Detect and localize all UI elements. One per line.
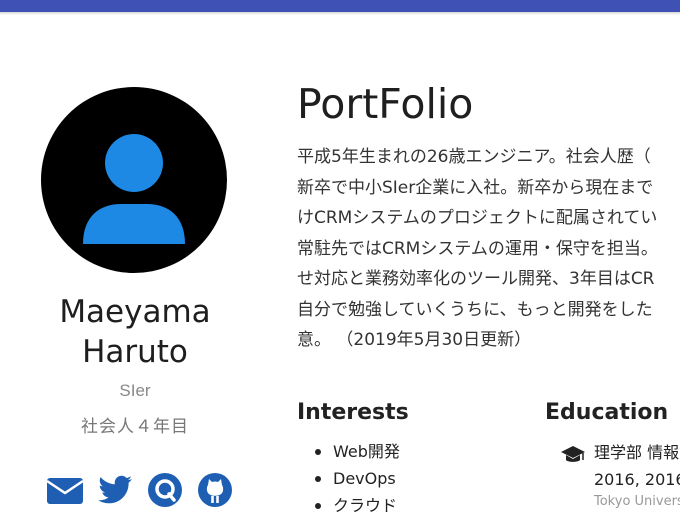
qiita-icon — [148, 473, 182, 507]
education-school: Tokyo Universit — [594, 494, 680, 509]
education-entry: 理学部 情報 2016, 2016 Tokyo Universit — [594, 439, 680, 511]
profile-name: Maeyama Haruto — [30, 292, 240, 372]
profile-role: SIer — [119, 381, 151, 400]
bio-line: せ対応と業務効率化のツール開発、3年目はCR — [297, 269, 655, 289]
education-years: 2016, 2016 — [594, 470, 680, 489]
interests-list: Web開発 DevOps クラウド — [297, 438, 517, 519]
github-link[interactable] — [196, 470, 234, 508]
user-icon — [83, 134, 185, 244]
top-app-bar — [0, 0, 680, 12]
app-bar-shadow — [0, 12, 680, 15]
page-title: PortFolio — [297, 80, 474, 128]
profile-name-first: Maeyama — [59, 294, 211, 330]
list-item: クラウド — [297, 492, 517, 519]
bio-line: 平成5年生まれの26歳エンジニア。社会人歴（ — [297, 147, 651, 167]
profile-experience: 社会人４年目 — [81, 417, 189, 436]
social-links — [46, 470, 236, 510]
interests-heading: Interests — [297, 400, 409, 425]
education-degree: 理学部 情報 — [594, 443, 680, 462]
bio-line: 自分で勉強していくうちに、もっと開発をした — [297, 299, 653, 320]
envelope-icon — [46, 478, 84, 504]
twitter-link[interactable] — [96, 470, 134, 508]
github-icon — [198, 473, 232, 507]
bio-line: 常駐先ではCRMシステムの運用・保守を担当。 — [297, 238, 658, 259]
bio-text: 平成5年生まれの26歳エンジニア。社会人歴（ 新卒で中小SIer企業に入社。新卒… — [297, 142, 680, 356]
education-heading: Education — [545, 400, 669, 425]
qiita-link[interactable] — [146, 470, 184, 508]
bio-line: けCRMシステムのプロジェクトに配属されてい — [297, 208, 658, 228]
list-item: Web開発 — [297, 438, 517, 465]
bio-line: 意。 （2019年5月30日更新） — [297, 330, 532, 350]
bio-line: 新卒で中小SIer企業に入社。新卒から現在まで — [297, 177, 654, 198]
email-link[interactable] — [46, 470, 84, 508]
avatar — [41, 87, 227, 273]
graduation-cap-icon — [560, 444, 586, 466]
twitter-icon — [98, 475, 132, 504]
profile-name-last: Haruto — [82, 334, 188, 370]
list-item: DevOps — [297, 465, 517, 492]
